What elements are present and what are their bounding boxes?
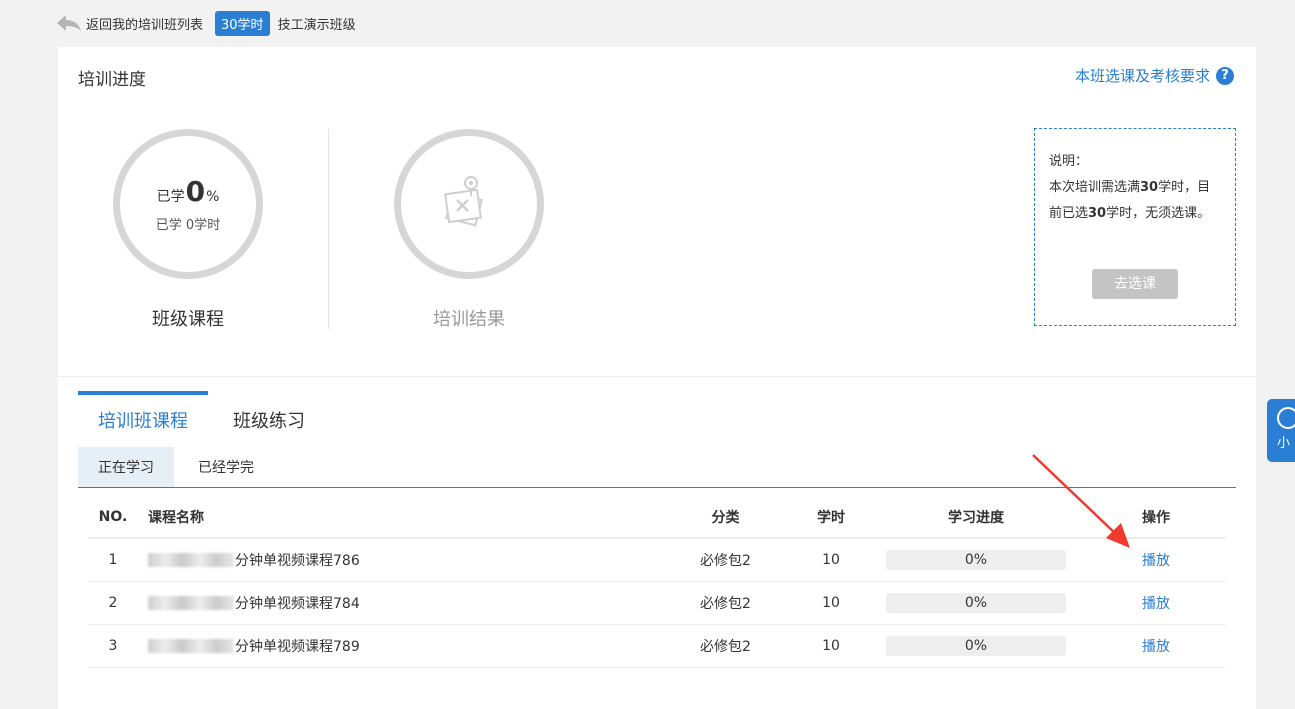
studied-hours: 已学 0学时 <box>155 218 221 233</box>
row-no: 1 <box>108 552 118 568</box>
course-progress: 0% <box>886 582 1066 624</box>
table-row: 3 分钟单视频课程789 必修包2 10 0% 播放 <box>88 625 1226 668</box>
note-text: 本次培训需选满30学时，目前已选30学时，无须选课。 <box>1049 180 1211 221</box>
help-icon[interactable]: ? <box>1216 66 1234 85</box>
progress-text: 0% <box>964 595 988 611</box>
blurred-text <box>148 553 234 567</box>
table-header-row: NO. 课程名称 分类 学时 学习进度 操作 <box>88 497 1226 539</box>
percent-line: 已学 0 % <box>157 175 220 208</box>
progress-text: 0% <box>964 638 988 654</box>
course-progress: 0% <box>886 539 1066 581</box>
tab-class-courses[interactable]: 培训班课程 <box>98 407 188 433</box>
subtab-completed[interactable]: 已经学完 <box>174 447 278 487</box>
table-row: 1 分钟单视频课程786 必修包2 10 0% 播放 <box>88 539 1226 582</box>
blurred-text <box>148 596 234 610</box>
active-tab-indicator <box>78 391 208 395</box>
class-name: 技工演示班级 <box>277 17 356 33</box>
result-pending-icon <box>444 176 483 227</box>
requirements-link-label: 本班选课及考核要求 <box>1074 67 1210 85</box>
play-link[interactable]: 播放 <box>1106 582 1206 624</box>
top-bar: 返回我的培训班列表 30学时 技工演示班级 <box>56 10 356 36</box>
subtab-in-progress[interactable]: 正在学习 <box>78 447 174 487</box>
progress-bar: 0% <box>886 593 1066 613</box>
main-panel: 培训进度 本班选课及考核要求 ? 已学 0 % 已学 0学时 班级课程 培训结果… <box>58 47 1256 709</box>
play-link[interactable]: 播放 <box>1106 539 1206 581</box>
section-title: 培训进度 <box>78 70 146 90</box>
course-ring-label: 班级课程 <box>152 309 224 330</box>
course-name[interactable]: 分钟单视频课程786 <box>148 539 648 581</box>
col-header-hours: 学时 <box>817 510 845 526</box>
progress-bar: 0% <box>886 550 1066 570</box>
back-to-class-list-link[interactable]: 返回我的培训班列表 <box>86 14 203 33</box>
subtab-row: 正在学习 已经学完 <box>78 447 1236 488</box>
course-category: 必修包2 <box>700 553 751 569</box>
floating-helper-widget[interactable]: 小 <box>1267 399 1295 462</box>
row-no: 2 <box>108 595 118 611</box>
course-hours: 10 <box>822 552 840 568</box>
selected-hours: 30 <box>1088 206 1107 221</box>
hours-badge: 30学时 <box>215 10 270 36</box>
col-header-name: 课程名称 <box>148 510 204 526</box>
floating-widget-label: 小 <box>1277 436 1291 451</box>
play-link[interactable]: 播放 <box>1106 625 1206 667</box>
col-header-no: NO. <box>98 509 128 525</box>
select-course-button[interactable]: 去选课 <box>1092 269 1178 299</box>
helper-icon <box>1277 407 1295 429</box>
requirements-link[interactable]: 本班选课及考核要求 ? <box>1075 65 1234 86</box>
progress-text: 0% <box>964 552 988 568</box>
course-name[interactable]: 分钟单视频课程789 <box>148 625 648 667</box>
col-header-action: 操作 <box>1142 510 1170 526</box>
tab-class-exercises[interactable]: 班级练习 <box>233 407 305 433</box>
course-progress: 0% <box>886 625 1066 667</box>
course-name[interactable]: 分钟单视频课程784 <box>148 582 648 624</box>
vertical-divider <box>328 129 329 329</box>
percent-value: 0 <box>185 175 206 208</box>
course-hours: 10 <box>822 638 840 654</box>
training-result-ring <box>394 129 544 279</box>
horizontal-divider <box>58 376 1256 377</box>
course-hours: 10 <box>822 595 840 611</box>
blurred-text <box>148 639 234 653</box>
course-category: 必修包2 <box>700 639 751 655</box>
table-row: 2 分钟单视频课程784 必修包2 10 0% 播放 <box>88 582 1226 625</box>
course-category: 必修包2 <box>700 596 751 612</box>
course-table: NO. 课程名称 分类 学时 学习进度 操作 1 分钟单视频课程786 必修包2… <box>88 497 1226 668</box>
back-arrow-icon[interactable] <box>56 13 82 33</box>
col-header-progress: 学习进度 <box>948 510 1004 526</box>
course-progress-ring: 已学 0 % 已学 0学时 <box>113 129 263 279</box>
percent-sign: % <box>206 189 220 205</box>
note-title: 说明： <box>1049 154 1089 169</box>
selection-note-box: 说明： 本次培训需选满30学时，目前已选30学时，无须选课。 去选课 <box>1034 128 1236 326</box>
result-ring-label: 培训结果 <box>433 309 505 330</box>
progress-bar: 0% <box>886 636 1066 656</box>
row-no: 3 <box>108 638 118 654</box>
percent-prefix: 已学 <box>156 189 185 205</box>
col-header-category: 分类 <box>711 510 740 526</box>
required-hours: 30 <box>1140 180 1159 195</box>
